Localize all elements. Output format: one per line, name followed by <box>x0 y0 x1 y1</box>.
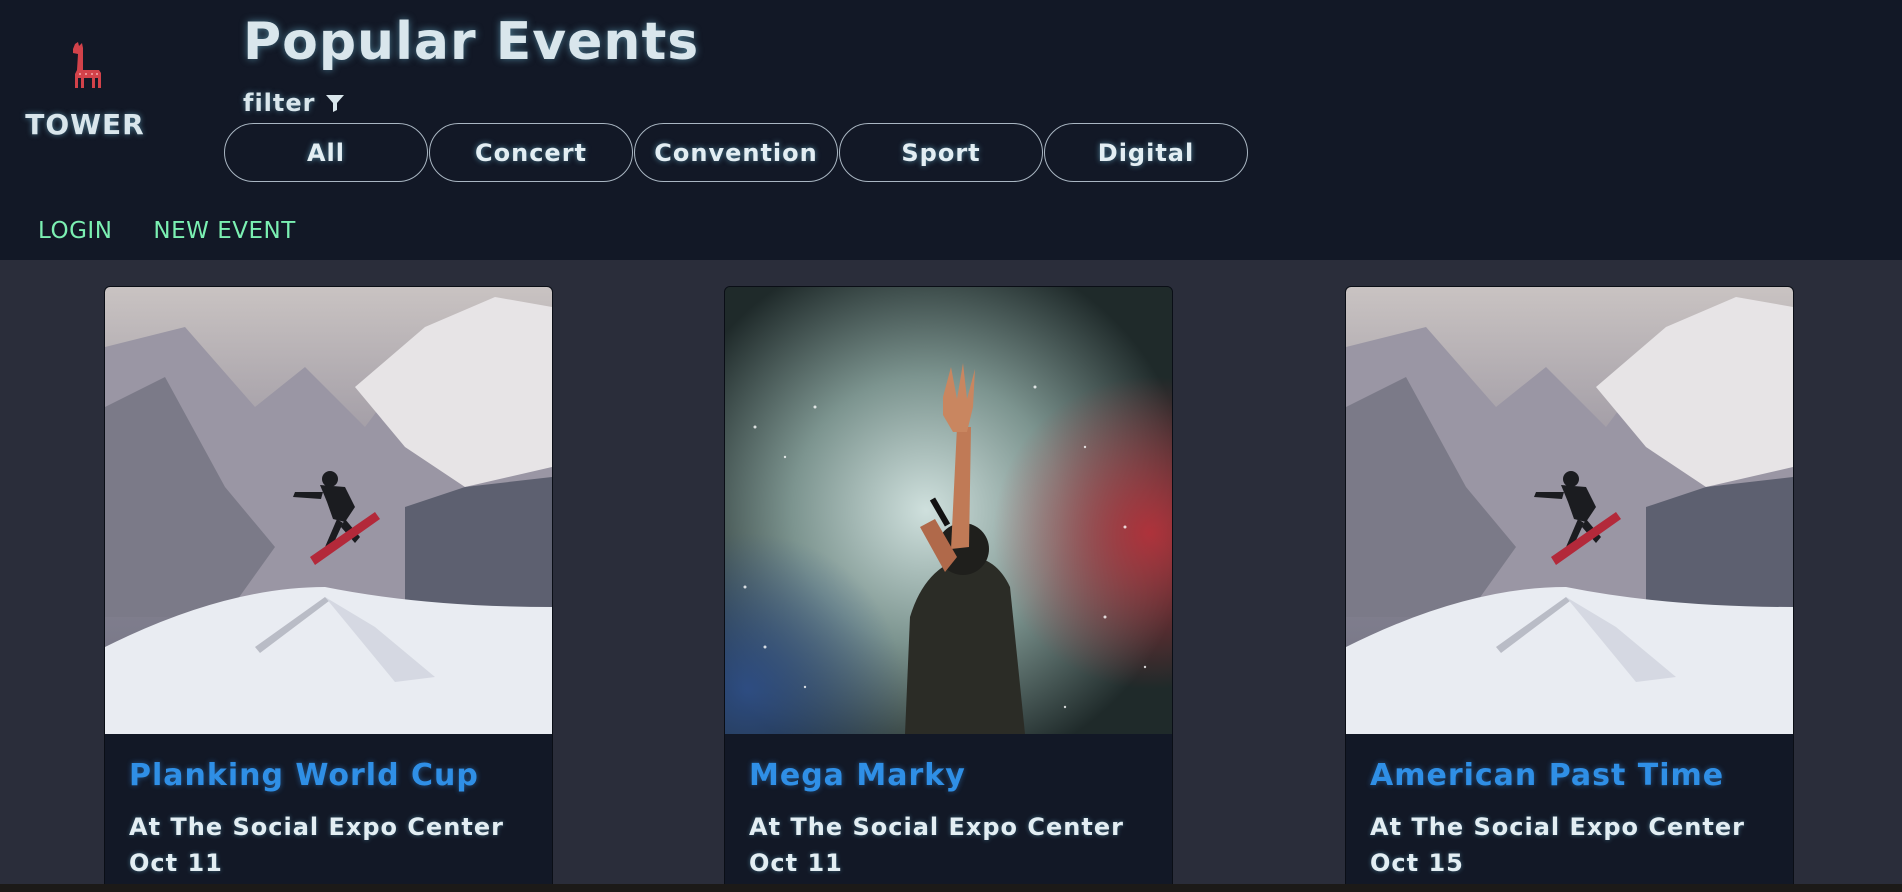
filter-label-text: filter <box>243 89 316 117</box>
event-card-body: American Past Time At The Social Expo Ce… <box>1346 734 1793 877</box>
login-link[interactable]: LOGIN <box>38 218 112 244</box>
event-date: Oct 11 <box>749 849 843 877</box>
main-nav: LOGIN NEW EVENT <box>38 218 296 244</box>
event-title[interactable]: Mega Marky <box>749 758 1148 793</box>
event-date: Oct 15 <box>1370 849 1464 877</box>
event-title[interactable]: Planking World Cup <box>129 758 528 793</box>
event-card[interactable]: American Past Time At The Social Expo Ce… <box>1345 286 1794 892</box>
header: TOWER Popular Events filter All Concert … <box>0 0 1902 260</box>
category-filters: All Concert Convention Sport Digital <box>224 123 1248 182</box>
filter-sport-button[interactable]: Sport <box>839 123 1043 182</box>
filter-digital-button[interactable]: Digital <box>1044 123 1248 182</box>
event-card-body: Planking World Cup At The Social Expo Ce… <box>105 734 552 877</box>
filter-convention-button[interactable]: Convention <box>634 123 838 182</box>
event-location: At The Social Expo Center <box>129 813 504 841</box>
event-location: At The Social Expo Center <box>1370 813 1745 841</box>
funnel-icon <box>326 95 345 112</box>
snowboarder-photo <box>105 287 552 734</box>
concert-singer-photo <box>725 287 1172 734</box>
page: TOWER Popular Events filter All Concert … <box>0 0 1902 892</box>
page-title: Popular Events <box>243 12 700 72</box>
brand-name: TOWER <box>25 108 145 141</box>
llama-icon <box>73 42 101 88</box>
event-title[interactable]: American Past Time <box>1370 758 1769 793</box>
event-location: At The Social Expo Center <box>749 813 1124 841</box>
event-date: Oct 11 <box>129 849 223 877</box>
snowboarder-photo <box>1346 287 1793 734</box>
event-card[interactable]: Planking World Cup At The Social Expo Ce… <box>104 286 553 892</box>
filter-all-button[interactable]: All <box>224 123 428 182</box>
filter-label: filter <box>243 89 345 117</box>
new-event-link[interactable]: NEW EVENT <box>153 218 295 244</box>
event-card-body: Mega Marky At The Social Expo Center Oct… <box>725 734 1172 877</box>
brand-logo[interactable]: TOWER <box>20 40 150 141</box>
filter-concert-button[interactable]: Concert <box>429 123 633 182</box>
window-bottom-edge <box>0 884 1902 892</box>
event-card[interactable]: Mega Marky At The Social Expo Center Oct… <box>724 286 1173 892</box>
